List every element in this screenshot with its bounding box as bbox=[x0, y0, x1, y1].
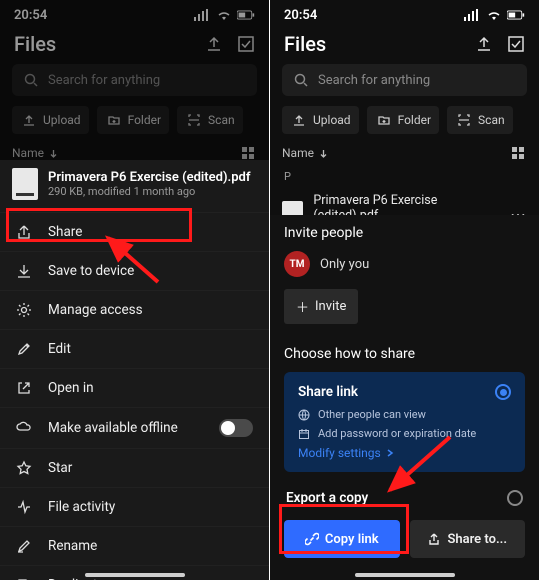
wifi-icon bbox=[215, 6, 233, 24]
pencil-icon bbox=[16, 341, 34, 357]
share-to-button[interactable]: Share to... bbox=[410, 520, 526, 558]
toolbar-chips: Upload Folder Scan bbox=[0, 106, 269, 144]
chevron-right-icon bbox=[386, 449, 394, 457]
signal-icon bbox=[193, 6, 211, 24]
chip-upload[interactable]: Upload bbox=[12, 106, 89, 134]
share-icon bbox=[16, 224, 34, 240]
status-time: 20:54 bbox=[284, 8, 317, 23]
globe-icon bbox=[298, 409, 310, 421]
scan-icon bbox=[455, 111, 473, 129]
battery-icon bbox=[237, 6, 255, 24]
upload-header-icon[interactable] bbox=[475, 35, 493, 53]
search-icon bbox=[22, 71, 40, 89]
scan-icon bbox=[185, 111, 203, 129]
status-time: 20:54 bbox=[14, 8, 47, 23]
search-icon bbox=[292, 71, 310, 89]
sort-control[interactable]: Name bbox=[12, 146, 58, 160]
menu-rename[interactable]: Rename bbox=[0, 526, 269, 565]
chip-upload[interactable]: Upload bbox=[282, 106, 359, 134]
share-icon bbox=[427, 532, 441, 546]
signal-icon bbox=[463, 6, 481, 24]
phone-left: 20:54 Files Search for any bbox=[0, 0, 269, 580]
chip-scan[interactable]: Scan bbox=[177, 106, 243, 134]
menu-save[interactable]: Save to device bbox=[0, 251, 269, 290]
link-icon bbox=[305, 532, 319, 546]
rename-icon bbox=[16, 538, 34, 554]
chip-folder[interactable]: Folder bbox=[367, 106, 439, 134]
share-sheet: Invite people TM Only you ＋ Invite Choos… bbox=[270, 215, 539, 580]
open-in-icon bbox=[16, 380, 34, 396]
star-icon bbox=[16, 460, 34, 476]
invite-button[interactable]: ＋ Invite bbox=[284, 289, 358, 324]
grid-view-icon[interactable] bbox=[509, 144, 527, 162]
menu-edit[interactable]: Edit bbox=[0, 329, 269, 368]
search-input[interactable]: Search for anything bbox=[282, 64, 527, 96]
menu-offline[interactable]: Make available offline bbox=[0, 407, 269, 448]
offline-toggle[interactable] bbox=[219, 419, 253, 437]
cloud-sync-icon bbox=[16, 420, 34, 436]
sort-row: Name bbox=[270, 144, 539, 166]
actions-menu: Share Save to device Manage access Edit … bbox=[0, 212, 269, 580]
activity-icon bbox=[16, 499, 34, 515]
battery-icon bbox=[507, 6, 525, 24]
share-link-card[interactable]: Share link Other people can view Add pas… bbox=[284, 372, 525, 472]
file-meta: 290 KB, modified 1 month ago bbox=[48, 185, 250, 198]
menu-open[interactable]: Open in bbox=[0, 368, 269, 407]
page-title: Files bbox=[14, 32, 56, 56]
invite-title: Invite people bbox=[284, 225, 525, 241]
share-link-label: Share link bbox=[298, 384, 358, 400]
file-actions-sheet: Primavera P6 Exercise (edited).pdf 290 K… bbox=[0, 160, 269, 580]
folder-plus-icon bbox=[105, 111, 123, 129]
status-bar: 20:54 bbox=[0, 0, 269, 26]
status-icons bbox=[463, 6, 525, 24]
avatar: TM bbox=[284, 251, 310, 277]
search-input[interactable]: Search for anything bbox=[12, 64, 257, 96]
radio-selected-icon[interactable] bbox=[495, 384, 511, 400]
calendar-icon bbox=[298, 428, 310, 440]
toolbar-chips: Upload Folder Scan bbox=[270, 106, 539, 144]
sheet-file-header: Primavera P6 Exercise (edited).pdf 290 K… bbox=[0, 160, 269, 212]
section-letter: P bbox=[270, 166, 539, 187]
menu-access[interactable]: Manage access bbox=[0, 290, 269, 329]
search-placeholder: Search for anything bbox=[48, 73, 160, 88]
chip-folder[interactable]: Folder bbox=[97, 106, 169, 134]
wifi-icon bbox=[485, 6, 503, 24]
select-icon[interactable] bbox=[507, 35, 525, 53]
copy-link-button[interactable]: Copy link bbox=[284, 520, 400, 558]
upload-header-icon[interactable] bbox=[205, 35, 223, 53]
home-indicator[interactable] bbox=[85, 573, 185, 577]
folder-plus-icon bbox=[375, 111, 393, 129]
file-name: Primavera P6 Exercise (edited).pdf bbox=[48, 170, 250, 185]
radio-unselected-icon[interactable] bbox=[507, 490, 523, 506]
select-icon[interactable] bbox=[237, 35, 255, 53]
access-row: TM Only you bbox=[284, 251, 525, 277]
modify-settings-link[interactable]: Modify settings bbox=[298, 446, 511, 460]
gear-icon bbox=[16, 302, 34, 318]
home-indicator[interactable] bbox=[355, 573, 455, 577]
search-placeholder: Search for anything bbox=[318, 73, 430, 88]
upload-icon bbox=[20, 111, 38, 129]
menu-share[interactable]: Share bbox=[0, 212, 269, 251]
export-copy-option[interactable]: Export a copy bbox=[284, 484, 525, 520]
chip-scan[interactable]: Scan bbox=[447, 106, 513, 134]
phone-right: 20:54 Files Search for anything Upload F… bbox=[270, 0, 539, 580]
plus-icon: ＋ bbox=[296, 297, 309, 316]
status-bar: 20:54 bbox=[270, 0, 539, 26]
access-label: Only you bbox=[320, 257, 369, 272]
menu-activity[interactable]: File activity bbox=[0, 487, 269, 526]
download-icon bbox=[16, 263, 34, 279]
sort-control[interactable]: Name bbox=[282, 146, 328, 160]
screen-header: Files bbox=[270, 26, 539, 64]
page-title: Files bbox=[284, 32, 326, 56]
status-icons bbox=[193, 6, 255, 24]
menu-star[interactable]: Star bbox=[0, 448, 269, 487]
screen-header: Files bbox=[0, 26, 269, 64]
upload-icon bbox=[290, 111, 308, 129]
file-thumbnail-icon bbox=[12, 168, 38, 200]
choose-title: Choose how to share bbox=[284, 346, 525, 362]
